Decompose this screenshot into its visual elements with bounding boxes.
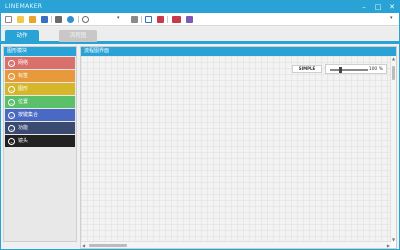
new-doc-icon[interactable] bbox=[17, 16, 24, 23]
scroll-right-icon[interactable]: ▶ bbox=[387, 243, 390, 248]
chevron-down-icon: ⌄ bbox=[8, 72, 15, 80]
chevron-down-icon: ⌄ bbox=[8, 111, 15, 119]
sidebar-item-label: 按键集合 bbox=[18, 112, 39, 118]
chevron-down-icon: ⌄ bbox=[8, 59, 15, 67]
simple-mode-button[interactable]: SIMPLE bbox=[292, 65, 322, 73]
sidebar-item-label: 位置 bbox=[18, 99, 29, 105]
save-icon[interactable] bbox=[41, 16, 48, 23]
scroll-down-icon[interactable]: ▼ bbox=[392, 237, 395, 242]
toolbar: ▾ ▾ bbox=[1, 13, 399, 26]
chevron-down-icon[interactable]: ▾ bbox=[117, 15, 120, 21]
zoom-slider-track[interactable] bbox=[330, 69, 368, 71]
toolbar-separator bbox=[51, 16, 52, 23]
zoom-slider-handle[interactable] bbox=[339, 67, 342, 73]
sidebar-item-network[interactable]: ⌄ 网络 bbox=[5, 57, 75, 69]
horizontal-scroll-thumb[interactable] bbox=[89, 243, 127, 247]
sidebar-item-label: 镜头 bbox=[18, 138, 29, 144]
toolbar-separator bbox=[141, 16, 142, 23]
sidebar-item-label: 图形 bbox=[18, 86, 29, 92]
search-icon[interactable] bbox=[82, 16, 89, 23]
maximize-button[interactable]: □ bbox=[371, 1, 385, 13]
minimize-button[interactable]: – bbox=[357, 1, 371, 13]
vertical-scrollbar[interactable]: ▲ ▼ bbox=[390, 56, 396, 242]
globe-icon[interactable] bbox=[67, 16, 74, 23]
sidebar-item-key-set[interactable]: ⌄ 按键集合 bbox=[5, 109, 75, 121]
sidebar-item-functions[interactable]: ⌄ 功能 bbox=[5, 122, 75, 134]
chevron-down-icon: ⌄ bbox=[8, 124, 15, 132]
open-folder-icon[interactable] bbox=[29, 16, 36, 23]
toolbar-separator bbox=[78, 16, 79, 23]
vertical-scroll-thumb[interactable] bbox=[392, 66, 395, 80]
sidebar-item-position[interactable]: ⌄ 位置 bbox=[5, 96, 75, 108]
close-button[interactable]: ✕ bbox=[385, 1, 399, 13]
chevron-down-icon: ⌄ bbox=[8, 137, 15, 145]
sidebar-item-camera[interactable]: ⌄ 镜头 bbox=[5, 135, 75, 147]
chevron-down-icon: ⌄ bbox=[8, 98, 15, 106]
scroll-up-icon[interactable]: ▲ bbox=[392, 56, 395, 61]
presentation-icon[interactable] bbox=[172, 16, 181, 23]
sidebar: 图形模块 ⌄ 网络 ⌄ 标签 ⌄ 图形 ⌄ 位置 ⌄ 按键集合 ⌄ 功能 ⌄ 镜… bbox=[3, 46, 77, 242]
sidebar-item-graphics[interactable]: ⌄ 图形 bbox=[5, 83, 75, 95]
link-icon[interactable] bbox=[131, 16, 138, 23]
horizontal-scrollbar[interactable]: ◀ ▶ bbox=[81, 241, 391, 248]
scroll-left-icon[interactable]: ◀ bbox=[82, 243, 85, 248]
app-window: LINEMAKER – □ ✕ ▾ ▾ 动作 流程图 图形模块 ⌄ 网络 ⌄ 标… bbox=[0, 0, 400, 250]
flowchart-panel: 流程图界面 SIMPLE 100 % ▲ ▼ ◀ ▶ bbox=[80, 46, 397, 249]
sidebar-item-label: 功能 bbox=[18, 125, 29, 131]
toolbar-menu-chevron-icon[interactable]: ▾ bbox=[390, 15, 393, 21]
tab-bar: 动作 流程图 bbox=[1, 27, 399, 44]
flowchart-canvas[interactable] bbox=[81, 56, 391, 242]
settings-icon[interactable] bbox=[186, 16, 193, 23]
new-file-icon[interactable] bbox=[5, 16, 12, 23]
sidebar-item-label: 网络 bbox=[18, 60, 29, 66]
sidebar-header: 图形模块 bbox=[4, 47, 76, 56]
zoom-value: 100 % bbox=[368, 66, 383, 72]
sidebar-item-label: 标签 bbox=[18, 73, 29, 79]
tab-flowchart[interactable]: 流程图 bbox=[59, 30, 97, 42]
title-bar: LINEMAKER – □ ✕ bbox=[1, 1, 399, 13]
window-title: LINEMAKER bbox=[5, 3, 43, 10]
chevron-down-icon: ⌄ bbox=[8, 85, 15, 93]
panel-header: 流程图界面 bbox=[81, 47, 396, 56]
tab-actions[interactable]: 动作 bbox=[5, 30, 39, 42]
sidebar-item-labels[interactable]: ⌄ 标签 bbox=[5, 70, 75, 82]
document-icon[interactable] bbox=[145, 16, 152, 23]
image-icon[interactable] bbox=[157, 16, 164, 23]
toolbar-separator bbox=[167, 16, 168, 23]
zoom-control: 100 % bbox=[325, 64, 387, 74]
print-icon[interactable] bbox=[55, 16, 62, 23]
